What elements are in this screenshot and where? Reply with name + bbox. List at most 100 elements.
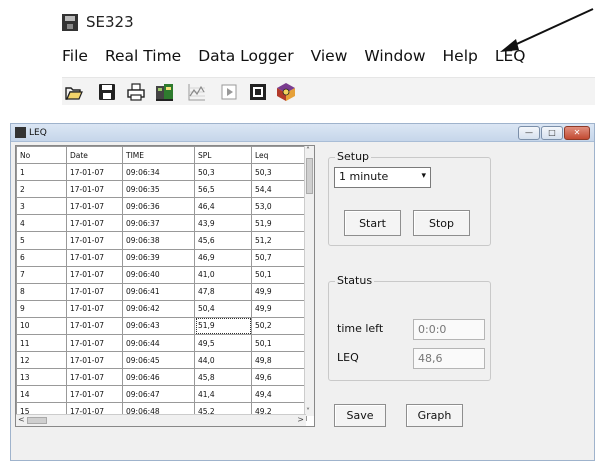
graph-button[interactable]: Graph <box>406 404 463 427</box>
table-row[interactable]: 5 17-01-07 09:06:38 45,6 51,2 <box>16 231 307 250</box>
cell-date[interactable]: 17-01-07 <box>66 197 123 216</box>
cell-spl[interactable]: 49,5 <box>194 334 252 353</box>
menu-file[interactable]: File <box>62 47 88 65</box>
scroll-up-icon[interactable]: ˄ <box>306 146 310 155</box>
cell-no[interactable]: 13 <box>16 368 67 387</box>
chevron-down-icon[interactable]: ▾ <box>421 171 426 181</box>
cell-time[interactable]: 09:06:34 <box>122 163 195 182</box>
vertical-scroll-thumb[interactable] <box>306 158 313 194</box>
cell-date[interactable]: 17-01-07 <box>66 299 123 318</box>
scroll-left-icon[interactable]: < <box>18 415 25 424</box>
cell-no[interactable]: 2 <box>16 180 67 199</box>
menu-window[interactable]: Window <box>364 47 425 65</box>
table-row[interactable]: 3 17-01-07 09:06:36 46,4 53,0 <box>16 197 307 216</box>
table-row[interactable]: 6 17-01-07 09:06:39 46,9 50,7 <box>16 248 307 267</box>
menu-view[interactable]: View <box>311 47 348 65</box>
save-disk-icon[interactable] <box>97 82 117 102</box>
cell-spl[interactable]: 41,0 <box>194 265 252 284</box>
cell-time[interactable]: 09:06:36 <box>122 197 195 216</box>
cell-leq[interactable]: 53,0 <box>251 197 307 216</box>
graph-icon[interactable] <box>187 82 207 102</box>
cell-leq[interactable]: 50,2 <box>251 316 307 336</box>
column-header-time[interactable]: TIME <box>122 146 195 165</box>
cell-spl[interactable]: 44,0 <box>194 351 252 370</box>
cell-time[interactable]: 09:06:42 <box>122 299 195 318</box>
column-header-leq[interactable]: Leq <box>251 146 307 165</box>
cell-leq[interactable]: 50,1 <box>251 265 307 284</box>
horizontal-scroll-thumb[interactable] <box>27 417 47 424</box>
save-button[interactable]: Save <box>334 404 386 427</box>
cell-date[interactable]: 17-01-07 <box>66 385 123 404</box>
table-row[interactable]: 12 17-01-07 09:06:45 44,0 49,8 <box>16 351 307 370</box>
cell-leq[interactable]: 50,7 <box>251 248 307 267</box>
cell-date[interactable]: 17-01-07 <box>66 334 123 353</box>
cell-time[interactable]: 09:06:43 <box>122 316 195 336</box>
cell-no[interactable]: 12 <box>16 351 67 370</box>
table-row[interactable]: 14 17-01-07 09:06:47 41,4 49,4 <box>16 385 307 404</box>
cell-time[interactable]: 09:06:38 <box>122 231 195 250</box>
cell-no[interactable]: 7 <box>16 265 67 284</box>
cell-date[interactable]: 17-01-07 <box>66 265 123 284</box>
cell-no[interactable]: 1 <box>16 163 67 182</box>
interval-select[interactable]: 1 minute ▾ <box>334 167 431 188</box>
table-row[interactable]: 1 17-01-07 09:06:34 50,3 50,3 <box>16 163 307 182</box>
cell-no[interactable]: 11 <box>16 334 67 353</box>
scroll-down-icon[interactable]: ˅ <box>306 407 310 416</box>
data-logger-icon[interactable] <box>155 82 175 102</box>
cell-leq[interactable]: 50,3 <box>251 163 307 182</box>
column-header-no[interactable]: No <box>16 146 67 165</box>
cell-no[interactable]: 9 <box>16 299 67 318</box>
close-icon[interactable]: ✕ <box>564 126 590 140</box>
menu-real-time[interactable]: Real Time <box>105 47 181 65</box>
start-button[interactable]: Start <box>344 210 401 236</box>
table-row[interactable]: 4 17-01-07 09:06:37 43,9 51,9 <box>16 214 307 233</box>
cell-time[interactable]: 09:06:39 <box>122 248 195 267</box>
vertical-scrollbar[interactable]: ˄ ˅ <box>304 146 314 416</box>
table-row[interactable]: 10 17-01-07 09:06:43 51,9 50,2 <box>16 316 307 336</box>
table-row[interactable]: 9 17-01-07 09:06:42 50,4 49,9 <box>16 299 307 318</box>
table-row[interactable]: 11 17-01-07 09:06:44 49,5 50,1 <box>16 334 307 353</box>
cell-time[interactable]: 09:06:41 <box>122 282 195 301</box>
cell-date[interactable]: 17-01-07 <box>66 351 123 370</box>
cell-time[interactable]: 09:06:46 <box>122 368 195 387</box>
play-icon[interactable] <box>219 82 239 102</box>
table-row[interactable]: 7 17-01-07 09:06:40 41,0 50,1 <box>16 265 307 284</box>
cell-time[interactable]: 09:06:35 <box>122 180 195 199</box>
cell-date[interactable]: 17-01-07 <box>66 248 123 267</box>
cell-no[interactable]: 14 <box>16 385 67 404</box>
cell-date[interactable]: 17-01-07 <box>66 316 123 336</box>
cell-time[interactable]: 09:06:47 <box>122 385 195 404</box>
cell-no[interactable]: 6 <box>16 248 67 267</box>
print-icon[interactable] <box>126 82 146 102</box>
cell-spl[interactable]: 45,8 <box>194 368 252 387</box>
scroll-right-icon[interactable]: > <box>297 415 304 424</box>
cell-leq[interactable]: 49,9 <box>251 282 307 301</box>
cell-leq[interactable]: 49,4 <box>251 385 307 404</box>
leq-window-titlebar[interactable]: LEQ — □ ✕ <box>11 124 594 142</box>
cell-no[interactable]: 10 <box>16 316 67 336</box>
cell-no[interactable]: 4 <box>16 214 67 233</box>
maximize-icon[interactable]: □ <box>541 126 563 140</box>
cell-leq[interactable]: 49,9 <box>251 299 307 318</box>
horizontal-scrollbar[interactable]: < > <box>16 414 306 426</box>
cell-spl[interactable]: 45,6 <box>194 231 252 250</box>
cell-leq[interactable]: 51,2 <box>251 231 307 250</box>
help-book-icon[interactable] <box>276 82 296 102</box>
open-folder-icon[interactable] <box>64 82 84 102</box>
cell-leq[interactable]: 51,9 <box>251 214 307 233</box>
cell-spl[interactable]: 51,9 <box>194 316 252 336</box>
table-row[interactable]: 2 17-01-07 09:06:35 56,5 54,4 <box>16 180 307 199</box>
cell-no[interactable]: 3 <box>16 197 67 216</box>
cell-leq[interactable]: 54,4 <box>251 180 307 199</box>
cell-time[interactable]: 09:06:40 <box>122 265 195 284</box>
leq-value-field[interactable]: 48,6 <box>413 348 485 369</box>
cell-date[interactable]: 17-01-07 <box>66 163 123 182</box>
cell-date[interactable]: 17-01-07 <box>66 180 123 199</box>
cell-leq[interactable]: 49,8 <box>251 351 307 370</box>
cell-no[interactable]: 5 <box>16 231 67 250</box>
cell-date[interactable]: 17-01-07 <box>66 282 123 301</box>
cell-no[interactable]: 8 <box>16 282 67 301</box>
cell-spl[interactable]: 43,9 <box>194 214 252 233</box>
cell-spl[interactable]: 50,3 <box>194 163 252 182</box>
column-header-spl[interactable]: SPL <box>194 146 252 165</box>
